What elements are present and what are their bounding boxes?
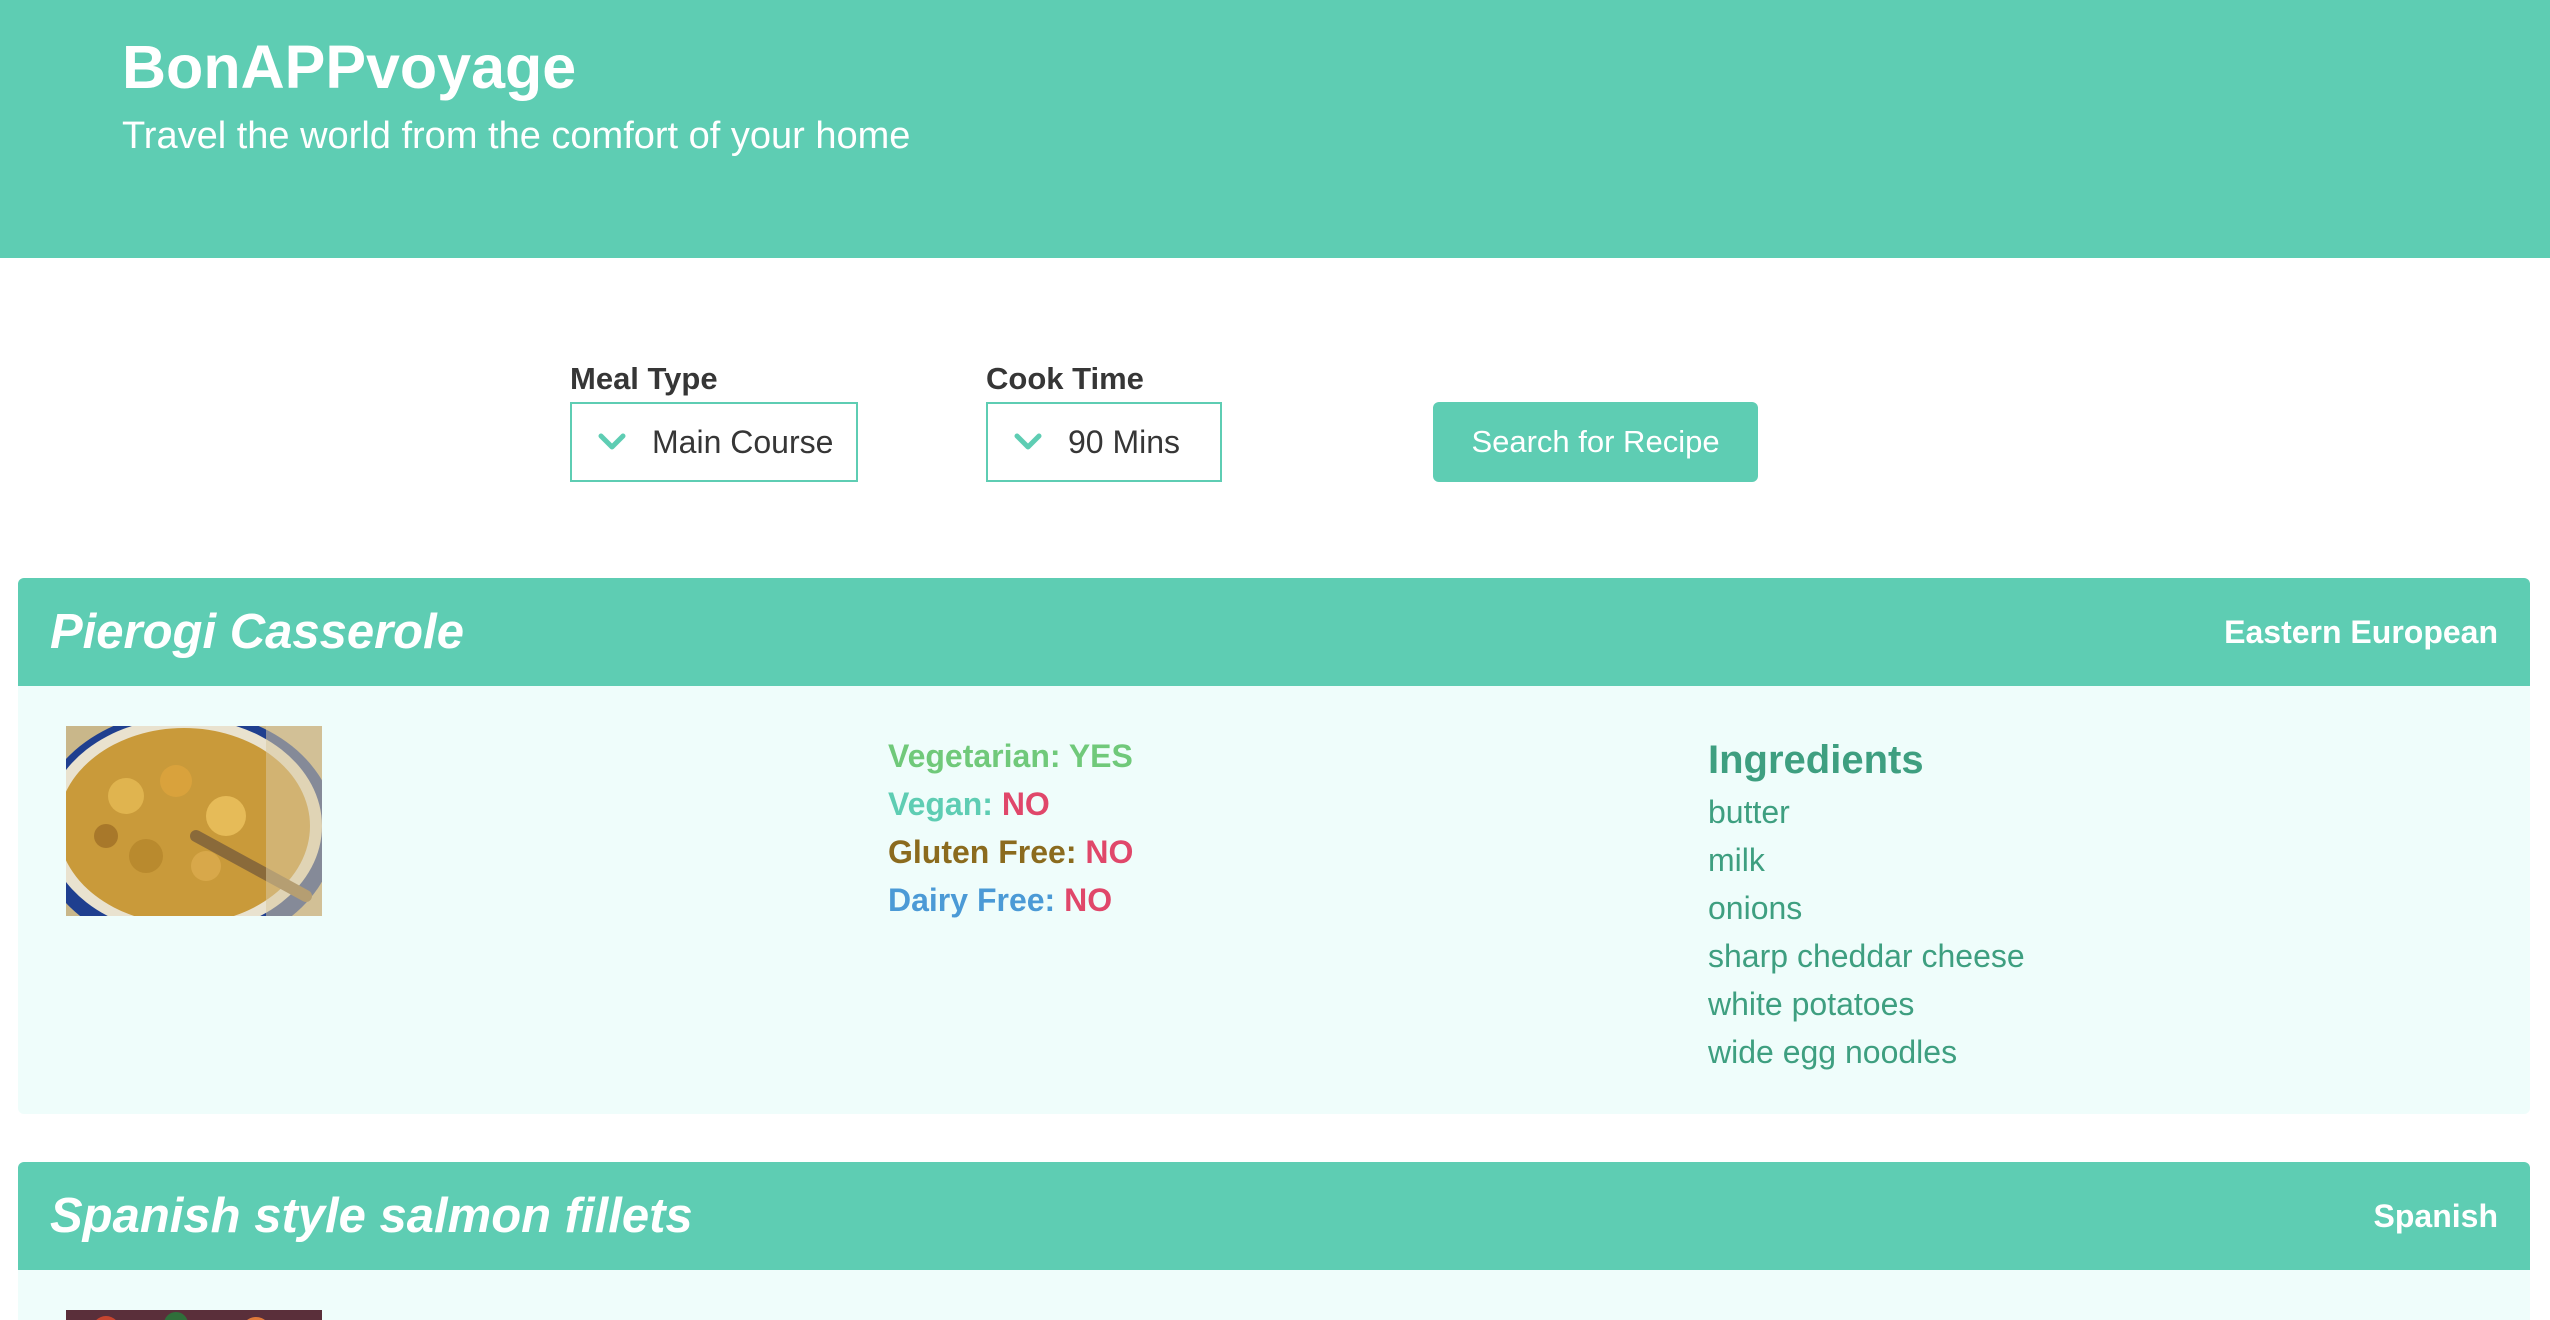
meal-type-label: Meal Type <box>570 361 718 396</box>
gluten-free-value: NO <box>1085 834 1134 870</box>
dairy-free-value: NO <box>1064 882 1113 918</box>
ingredients-title: Ingredients <box>1708 738 1924 782</box>
recipe-card: Spanish style salmon fillets Spanish <box>18 1162 2530 1320</box>
site-subtitle: Travel the world from the comfort of you… <box>122 115 911 157</box>
vegetarian-flag: Vegetarian: YES <box>888 732 1133 780</box>
recipe-title[interactable]: Pierogi Casserole <box>50 604 464 660</box>
recipe-card-header: Pierogi Casserole Eastern European <box>18 578 2530 686</box>
ingredients-list: Ingredients butter milk onions sharp che… <box>1708 732 2025 1076</box>
chevron-down-icon <box>572 433 652 451</box>
recipe-card-header: Spanish style salmon fillets Spanish <box>18 1162 2530 1270</box>
recipe-title[interactable]: Spanish style salmon fillets <box>50 1188 693 1244</box>
cook-time-select[interactable]: 90 Mins <box>986 402 1222 482</box>
vegan-label: Vegan: <box>888 786 993 822</box>
vegetarian-label: Vegetarian: <box>888 738 1061 774</box>
hero-banner: BonAPPvoyage Travel the world from the c… <box>0 0 2550 258</box>
cook-time-label: Cook Time <box>986 361 1144 396</box>
site-title: BonAPPvoyage <box>122 33 577 101</box>
recipe-image[interactable] <box>66 726 322 916</box>
vegan-flag: Vegan: NO <box>888 780 1133 828</box>
recipe-card: Pierogi Casserole Eastern European Veget… <box>18 578 2530 1114</box>
meal-type-value: Main Course <box>652 423 834 460</box>
recipe-cuisine: Eastern European <box>2224 613 2498 650</box>
chevron-down-icon <box>988 433 1068 451</box>
gluten-free-flag: Gluten Free: NO <box>888 828 1133 876</box>
ingredient-item: onions <box>1708 890 1803 926</box>
ingredient-item: wide egg noodles <box>1708 1034 1958 1070</box>
dairy-free-flag: Dairy Free: NO <box>888 876 1133 924</box>
recipe-cuisine: Spanish <box>2373 1197 2498 1234</box>
cook-time-value: 90 Mins <box>1068 423 1181 460</box>
vegan-value: NO <box>1001 786 1050 822</box>
ingredient-item: white potatoes <box>1708 986 1915 1022</box>
meal-type-select[interactable]: Main Course <box>570 402 858 482</box>
dairy-free-label: Dairy Free: <box>888 882 1056 918</box>
ingredient-item: butter <box>1708 794 1790 830</box>
diet-flags: Vegetarian: YES Vegan: NO Gluten Free: N… <box>888 732 1133 924</box>
recipe-image[interactable] <box>66 1310 322 1320</box>
vegetarian-value: YES <box>1068 738 1133 774</box>
ingredient-item: milk <box>1708 842 1765 878</box>
search-recipe-button[interactable]: Search for Recipe <box>1433 402 1758 482</box>
gluten-free-label: Gluten Free: <box>888 834 1077 870</box>
ingredient-item: sharp cheddar cheese <box>1708 938 2025 974</box>
